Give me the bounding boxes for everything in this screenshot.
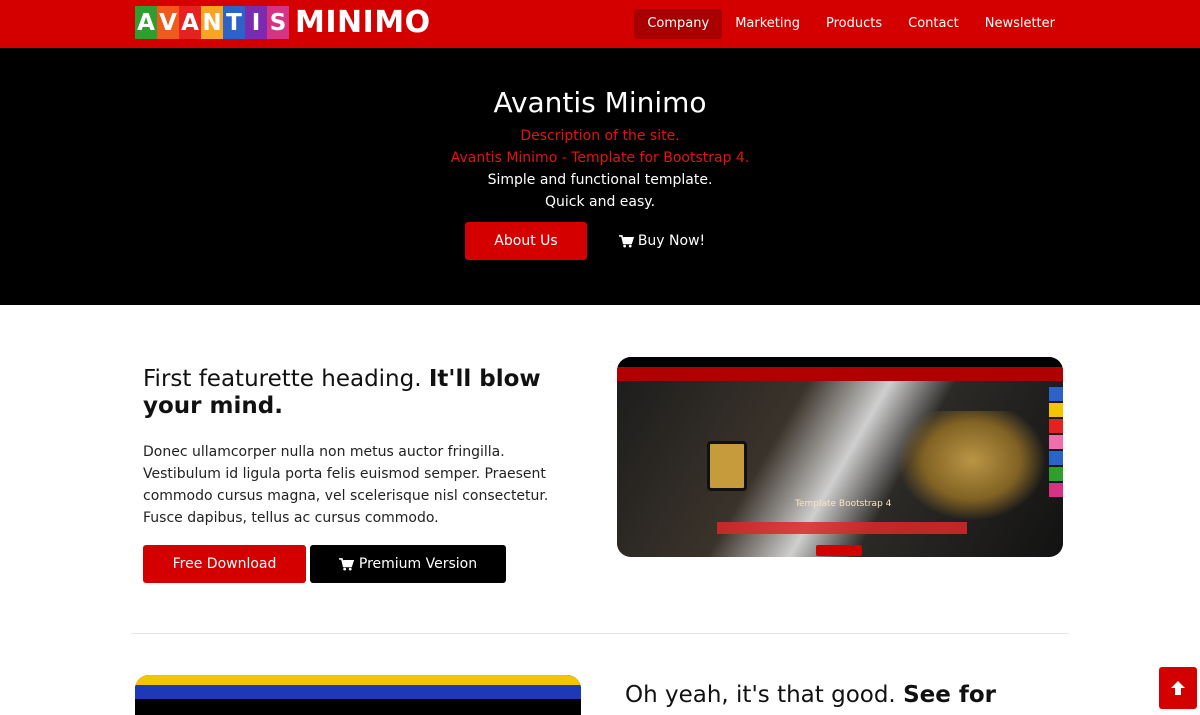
image-sidebar-icons <box>1049 387 1063 497</box>
hero-title: Avantis Minimo <box>493 86 707 119</box>
featurette-heading-2-normal: Oh yeah, it's that good. <box>625 682 896 708</box>
featurette-text: Donec ullamcorper nulla non metus auctor… <box>143 444 549 526</box>
image-button <box>816 545 862 556</box>
brand-tile: N <box>201 6 223 39</box>
image-red-bar <box>717 522 967 534</box>
about-us-button[interactable]: About Us <box>465 222 587 260</box>
arrow-up-icon <box>1171 681 1185 695</box>
image-watch <box>707 441 747 491</box>
image-caption: Template Bootstrap 4 <box>795 499 892 509</box>
premium-version-button[interactable]: Premium Version <box>310 545 506 583</box>
nav-menu: Company Marketing Products Contact Newsl… <box>634 9 1068 39</box>
hero-tagline-2: Quick and easy. <box>544 194 656 210</box>
nav-item-company[interactable]: Company <box>634 9 723 39</box>
image-navbar <box>135 685 581 699</box>
nav-item-products[interactable]: Products <box>813 9 895 39</box>
image-topbar <box>617 357 1063 367</box>
nav-item-marketing[interactable]: Marketing <box>722 9 813 39</box>
buy-now-button[interactable]: Buy Now! <box>610 222 714 260</box>
buy-now-label: Buy Now! <box>637 233 706 249</box>
image-navbar <box>617 367 1063 381</box>
featurette-image-2 <box>135 675 581 715</box>
nav-item-newsletter[interactable]: Newsletter <box>972 9 1068 39</box>
premium-version-label: Premium Version <box>358 556 478 572</box>
back-to-top-button[interactable] <box>1159 667 1197 709</box>
hero-section: Avantis Minimo Description of the site. … <box>0 48 1200 305</box>
brand-word: MINIMO <box>295 5 431 40</box>
featurette-image: Template Bootstrap 4 <box>617 357 1063 557</box>
brand-tile: S <box>267 6 289 39</box>
image-photo: Template Bootstrap 4 <box>617 381 1063 557</box>
featurette-heading: First featurette heading. It'll blow you… <box>143 366 573 420</box>
featurette-heading-normal: First featurette heading. <box>143 366 422 392</box>
navbar: A V A N T I S MINIMO Company Marketing P… <box>0 0 1200 48</box>
brand-tile: T <box>223 6 245 39</box>
brand-tile: A <box>135 6 157 39</box>
brand-tile: A <box>179 6 201 39</box>
hero-subtitle: Avantis Minimo - Template for Bootstrap … <box>450 150 750 166</box>
cart-icon <box>618 234 634 248</box>
image-world-map <box>897 411 1047 521</box>
brand-tile: I <box>245 6 267 39</box>
free-download-button[interactable]: Free Download <box>143 545 306 583</box>
hero-tagline: Simple and functional template. <box>487 172 713 188</box>
cart-icon <box>338 557 354 571</box>
brand-logo[interactable]: A V A N T I S MINIMO <box>135 5 431 40</box>
brand-tile: V <box>157 6 179 39</box>
nav-item-contact[interactable]: Contact <box>895 9 972 39</box>
featurette-heading-2: Oh yeah, it's that good. See for <box>625 682 1075 709</box>
featurette-divider <box>131 633 1069 634</box>
hero-description: Description of the site. <box>520 128 680 144</box>
featurette-heading-2-bold: See for <box>903 682 996 708</box>
image-topbar <box>135 675 581 685</box>
